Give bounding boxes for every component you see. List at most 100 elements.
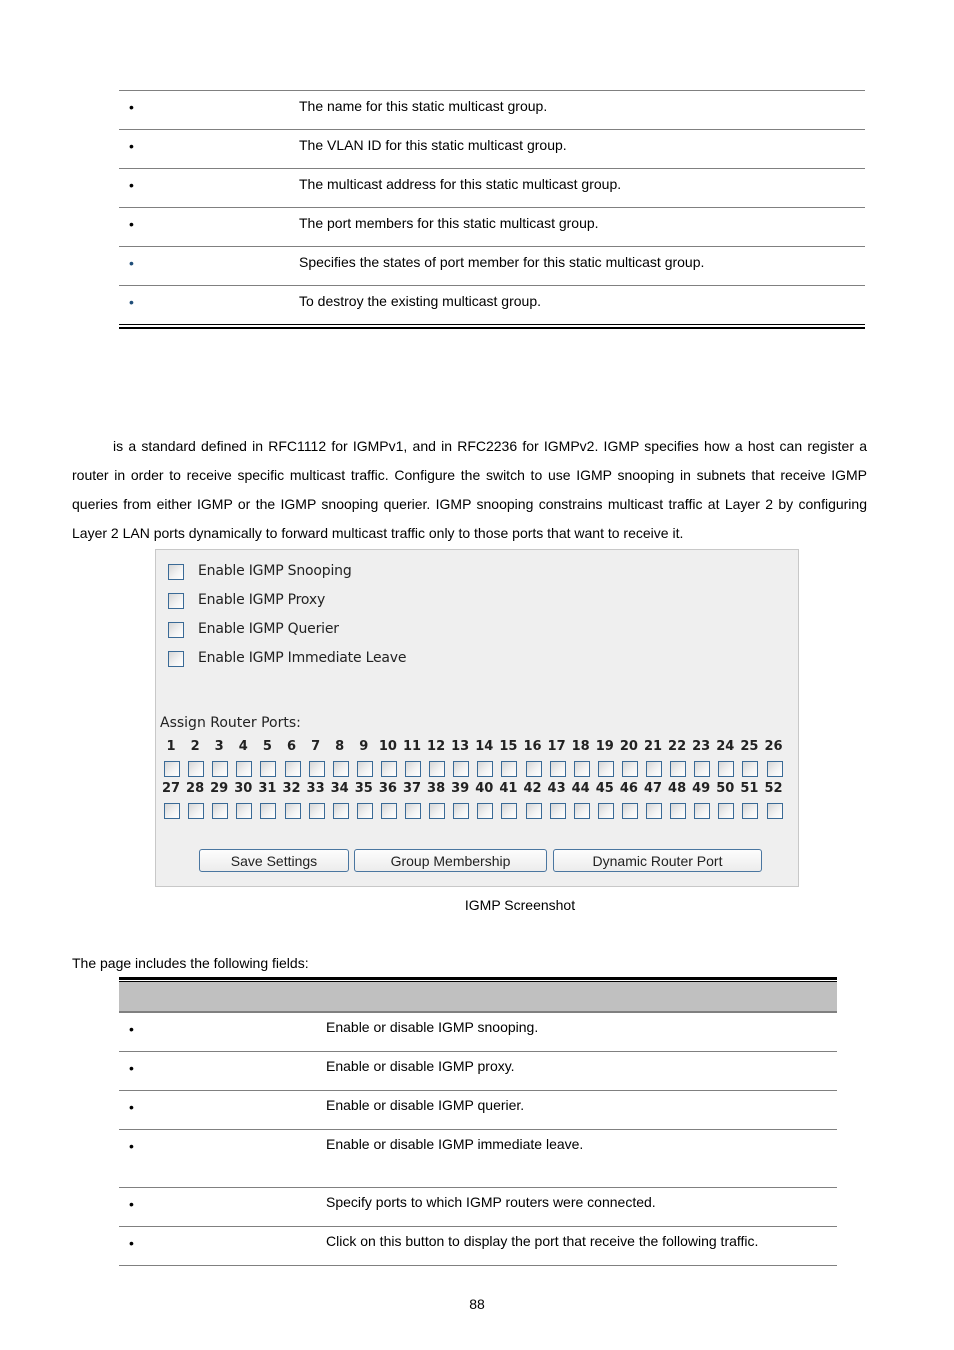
- router-port-checkbox-48[interactable]: [670, 803, 687, 819]
- router-port-checkbox-49[interactable]: [694, 803, 711, 819]
- router-port-checkbox-27[interactable]: [164, 803, 180, 819]
- bullet-icon: •: [129, 177, 134, 193]
- router-port-checkbox-22[interactable]: [670, 761, 687, 777]
- port-number-label: 19: [595, 739, 614, 754]
- table-row: • Enable or disable IGMP snooping.: [119, 1013, 837, 1052]
- port-number-label: 30: [234, 781, 253, 796]
- port-number-label: 18: [571, 739, 590, 754]
- port-number-label: 2: [190, 739, 200, 754]
- router-port-checkbox-28[interactable]: [188, 803, 205, 819]
- table-row: • Enable or disable IGMP proxy.: [119, 1052, 837, 1091]
- router-port-checkbox-34[interactable]: [332, 803, 349, 819]
- router-port-checkbox-40[interactable]: [477, 803, 494, 819]
- router-port-checkbox-36[interactable]: [380, 803, 397, 819]
- router-port-checkbox-25[interactable]: [742, 761, 759, 777]
- table-row: • Enable or disable IGMP querier.: [119, 1091, 837, 1130]
- router-port-checkbox-17[interactable]: [549, 761, 566, 777]
- port-number-label: 44: [571, 781, 590, 796]
- router-port-checkbox-37[interactable]: [405, 803, 421, 819]
- router-port-checkbox-39[interactable]: [453, 803, 470, 819]
- assign-router-ports-label: Assign Router Ports:: [160, 715, 301, 731]
- router-port-checkbox-29[interactable]: [212, 803, 229, 819]
- row-description: The VLAN ID for this static multicast gr…: [299, 137, 567, 153]
- port-number-label: 46: [619, 781, 638, 796]
- checkbox-igmp-snooping[interactable]: [168, 564, 184, 580]
- router-port-checkbox-20[interactable]: [621, 761, 638, 777]
- group-membership-button[interactable]: Group Membership: [354, 849, 547, 872]
- port-number-label: 47: [643, 781, 663, 796]
- router-port-checkbox-44[interactable]: [573, 803, 590, 819]
- port-number-label: 5: [262, 739, 272, 754]
- router-port-checkbox-14[interactable]: [477, 761, 494, 777]
- router-port-checkbox-7[interactable]: [308, 761, 325, 777]
- router-port-checkbox-13[interactable]: [453, 761, 470, 777]
- static-group-fields-table: • The name for this static multicast gro…: [119, 90, 865, 324]
- router-port-checkbox-41[interactable]: [501, 803, 518, 819]
- router-port-checkbox-4[interactable]: [236, 761, 253, 777]
- row-description: Enable or disable IGMP proxy.: [326, 1058, 515, 1074]
- port-number-label: 33: [306, 781, 325, 796]
- router-port-checkbox-1[interactable]: [164, 761, 180, 777]
- router-port-checkbox-52[interactable]: [766, 803, 783, 819]
- igmp-fields-table: • Enable or disable IGMP snooping. • Ena…: [119, 977, 837, 1266]
- router-port-checkbox-15[interactable]: [501, 761, 518, 777]
- row-description: Click on this button to display the port…: [326, 1233, 759, 1249]
- router-port-checkbox-30[interactable]: [236, 803, 253, 819]
- port-number-label: 39: [451, 781, 470, 796]
- router-port-checkbox-2[interactable]: [188, 761, 205, 777]
- router-port-checkbox-12[interactable]: [429, 761, 446, 777]
- port-number-label: 45: [595, 781, 614, 796]
- port-number-label: 22: [668, 739, 687, 754]
- port-number-label: 28: [186, 781, 205, 796]
- port-number-label: 41: [499, 781, 518, 796]
- dynamic-router-port-button[interactable]: Dynamic Router Port: [553, 849, 762, 872]
- save-settings-button[interactable]: Save Settings: [199, 849, 349, 872]
- router-port-checkbox-24[interactable]: [718, 761, 735, 777]
- port-number-label: 35: [354, 781, 373, 796]
- router-port-checkbox-33[interactable]: [308, 803, 325, 819]
- port-number-label: 49: [692, 781, 711, 796]
- router-port-checkbox-38[interactable]: [429, 803, 446, 819]
- router-port-checkbox-46[interactable]: [621, 803, 638, 819]
- checkbox-igmp-immediate-leave[interactable]: [168, 651, 184, 667]
- router-port-checkbox-42[interactable]: [525, 803, 542, 819]
- router-port-checkbox-5[interactable]: [260, 761, 277, 777]
- row-description: Enable or disable IGMP querier.: [326, 1097, 525, 1113]
- router-port-checkbox-9[interactable]: [356, 761, 373, 777]
- router-port-checkbox-23[interactable]: [694, 761, 711, 777]
- port-number-label: 27: [161, 781, 181, 796]
- row-description: Specifies the states of port member for …: [299, 254, 705, 270]
- router-port-checkbox-35[interactable]: [356, 803, 373, 819]
- router-port-checkbox-51[interactable]: [742, 803, 759, 819]
- router-port-checkbox-19[interactable]: [597, 761, 614, 777]
- port-number-label: 26: [764, 739, 783, 754]
- bullet-icon: •: [129, 1196, 134, 1212]
- router-port-checkbox-47[interactable]: [646, 803, 662, 819]
- checkbox-igmp-proxy[interactable]: [168, 593, 184, 609]
- port-checkboxes-row-1: [163, 761, 793, 779]
- row-description: The name for this static multicast group…: [299, 98, 548, 114]
- router-port-checkbox-43[interactable]: [549, 803, 566, 819]
- router-port-checkbox-21[interactable]: [646, 761, 662, 777]
- bullet-icon: •: [129, 1099, 134, 1115]
- router-port-checkbox-6[interactable]: [284, 761, 301, 777]
- router-port-checkbox-31[interactable]: [260, 803, 277, 819]
- checkbox-igmp-querier[interactable]: [168, 622, 184, 638]
- table-bottom-rule: [119, 324, 865, 329]
- option-label: Enable IGMP Proxy: [198, 592, 326, 608]
- router-port-checkbox-16[interactable]: [525, 761, 542, 777]
- router-port-checkbox-3[interactable]: [212, 761, 229, 777]
- router-port-checkbox-10[interactable]: [380, 761, 397, 777]
- router-port-checkbox-11[interactable]: [405, 761, 421, 777]
- table-header: [119, 982, 837, 1013]
- port-number-label: 4: [238, 739, 248, 754]
- router-port-checkbox-32[interactable]: [284, 803, 301, 819]
- router-port-checkbox-26[interactable]: [766, 761, 783, 777]
- router-port-checkbox-8[interactable]: [332, 761, 349, 777]
- table-row: • The port members for this static multi…: [119, 207, 865, 246]
- port-number-label: 10: [378, 739, 397, 754]
- router-port-checkbox-50[interactable]: [718, 803, 735, 819]
- router-port-checkbox-18[interactable]: [573, 761, 590, 777]
- intro-paragraph: is a standard defined in RFC1112 for IGM…: [72, 438, 867, 541]
- router-port-checkbox-45[interactable]: [597, 803, 614, 819]
